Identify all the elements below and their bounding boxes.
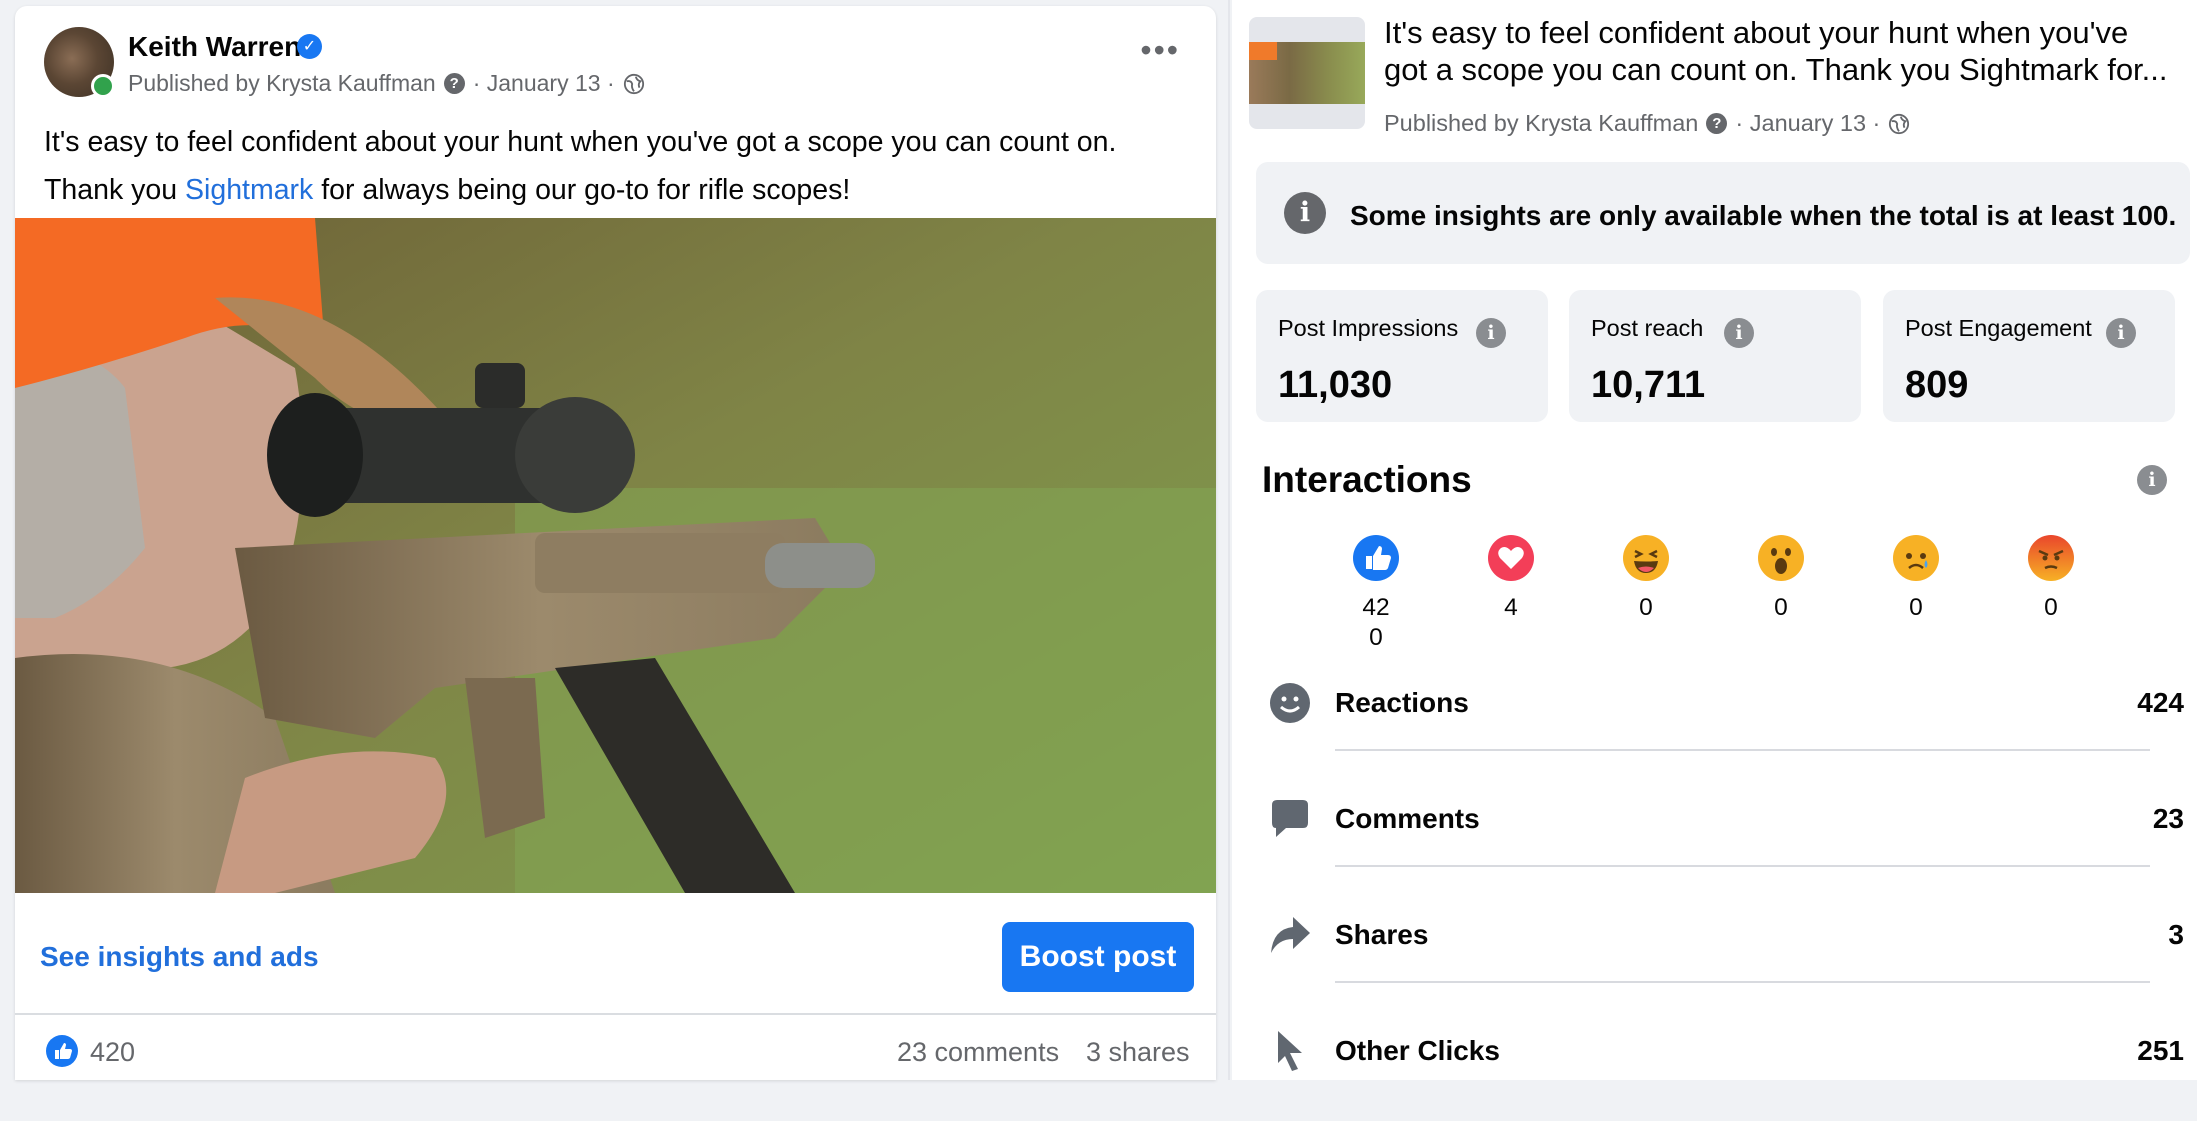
post-thumbnail [1249, 17, 1365, 129]
post-text-suffix: for always being our go-to for rifle sco… [313, 174, 851, 206]
sad-icon [1893, 535, 1939, 581]
info-icon[interactable]: i [2106, 318, 2136, 348]
row-shares[interactable]: Shares 3 [1232, 889, 2197, 1005]
row-label: Reactions [1335, 687, 1469, 718]
author-name[interactable]: Keith Warren [128, 31, 301, 63]
smiley-icon [1268, 681, 1312, 725]
row-value: 23 [2152, 803, 2184, 834]
row-other-clicks[interactable]: Other Clicks 251 [1232, 1005, 2197, 1121]
info-icon[interactable]: i [2137, 465, 2167, 495]
verified-badge-icon: ✓ [297, 34, 322, 59]
cursor-icon [1268, 1029, 1312, 1073]
post-text-line-1: It's easy to feel confident about your h… [44, 126, 1117, 158]
reaction-count: 0 [1909, 594, 1923, 621]
insights-post-meta: Published by Krysta Kauffman ? · January… [1384, 110, 1910, 137]
insights-notice: i Some insights are only available when … [1256, 162, 2190, 264]
row-divider [1335, 865, 2150, 867]
post-card: Keith Warren ✓ Published by Krysta Kauff… [15, 6, 1216, 1080]
row-value: 251 [2137, 1035, 2184, 1066]
metric-value: 809 [1905, 364, 1969, 406]
info-icon: i [1284, 192, 1326, 234]
row-comments[interactable]: Comments 23 [1232, 773, 2197, 889]
reaction-count: 420 [1362, 594, 1390, 651]
reaction-like: 420 [1316, 535, 1436, 653]
wow-icon [1758, 535, 1804, 581]
insights-title-line-1: It's easy to feel confident about your h… [1384, 15, 2129, 50]
interactions-heading: Interactions [1262, 459, 1472, 500]
row-value: 424 [2137, 687, 2184, 718]
row-label: Shares [1335, 919, 1429, 950]
insights-panel: It's easy to feel confident about your h… [1232, 0, 2197, 1080]
see-insights-link[interactable]: See insights and ads [40, 941, 319, 973]
like-icon [1353, 535, 1399, 581]
post-text-prefix: Thank you [44, 174, 185, 206]
info-icon[interactable]: i [1724, 318, 1754, 348]
globe-icon [623, 73, 644, 94]
reaction-count: 0 [1639, 594, 1653, 621]
post-meta: Published by Krysta Kauffman ? · January… [128, 70, 645, 97]
info-icon[interactable]: i [1476, 318, 1506, 348]
help-icon[interactable]: ? [1706, 113, 1728, 134]
comments-count[interactable]: 23 comments [897, 1037, 1059, 1068]
globe-icon [1889, 113, 1910, 134]
row-divider [1335, 981, 2150, 983]
published-by: Published by Krysta Kauffman [128, 70, 436, 96]
row-label: Comments [1335, 803, 1480, 834]
metric-value: 10,711 [1591, 364, 1706, 406]
insights-post-date: · January 13 · [1735, 110, 1881, 136]
reaction-count: 0 [2044, 594, 2058, 621]
thumbnail-cap [1249, 42, 1277, 60]
reaction-wow: 0 [1721, 535, 1841, 623]
haha-icon [1623, 535, 1669, 581]
help-icon[interactable]: ? [443, 73, 465, 94]
post-text-line-2: Thank you Sightmark for always being our… [44, 166, 1184, 214]
sightmark-link[interactable]: Sightmark [185, 174, 313, 206]
comment-icon [1268, 797, 1312, 841]
author-avatar[interactable] [44, 27, 115, 98]
metric-post-impressions: Post Impressions i 11,030 [1256, 290, 1548, 422]
post-date[interactable]: · January 13 · [473, 70, 615, 97]
boost-post-button[interactable]: Boost post [1002, 922, 1194, 992]
row-divider [1335, 749, 2150, 751]
share-icon [1268, 913, 1312, 957]
like-count[interactable]: 420 [90, 1037, 135, 1068]
notice-text: Some insights are only available when th… [1350, 200, 2177, 231]
insights-post-title: It's easy to feel confident about your h… [1384, 14, 2184, 88]
metric-label: Post Engagement [1905, 315, 2092, 341]
online-status-dot [91, 74, 115, 98]
more-options-icon[interactable]: ••• [1140, 34, 1180, 66]
like-reaction-icon[interactable] [46, 1035, 78, 1067]
insights-published-by: Published by Krysta Kauffman [1384, 110, 1699, 136]
engagement-counts: 420 23 comments 3 shares [15, 1015, 1216, 1080]
row-value: 3 [2168, 919, 2184, 950]
angry-icon [2028, 535, 2074, 581]
shares-count[interactable]: 3 shares [1086, 1037, 1190, 1068]
post-text: It's easy to feel confident about your h… [44, 118, 1184, 214]
reaction-haha: 0 [1586, 535, 1706, 623]
reaction-count: 4 [1504, 594, 1518, 621]
metric-post-reach: Post reach i 10,711 [1569, 290, 1861, 422]
reaction-sad: 0 [1856, 535, 1976, 623]
metric-label: Post Impressions [1278, 315, 1459, 341]
insights-title-line-2: got a scope you can count on. Thank you … [1384, 52, 2168, 87]
hunter-rifle-illustration [15, 218, 1216, 893]
row-reactions[interactable]: Reactions 424 [1232, 657, 2197, 773]
metric-post-engagement: Post Engagement i 809 [1883, 290, 2175, 422]
row-label: Other Clicks [1335, 1035, 1500, 1066]
post-photo[interactable] [15, 218, 1216, 893]
metric-value: 11,030 [1278, 364, 1393, 406]
reaction-angry: 0 [1991, 535, 2111, 623]
post-actions-bar: See insights and ads Boost post [15, 893, 1216, 1015]
reaction-count: 0 [1774, 594, 1788, 621]
reaction-love: 4 [1451, 535, 1571, 623]
panel-divider [1228, 0, 1230, 1080]
love-icon [1488, 535, 1534, 581]
metric-label: Post reach [1591, 315, 1704, 341]
